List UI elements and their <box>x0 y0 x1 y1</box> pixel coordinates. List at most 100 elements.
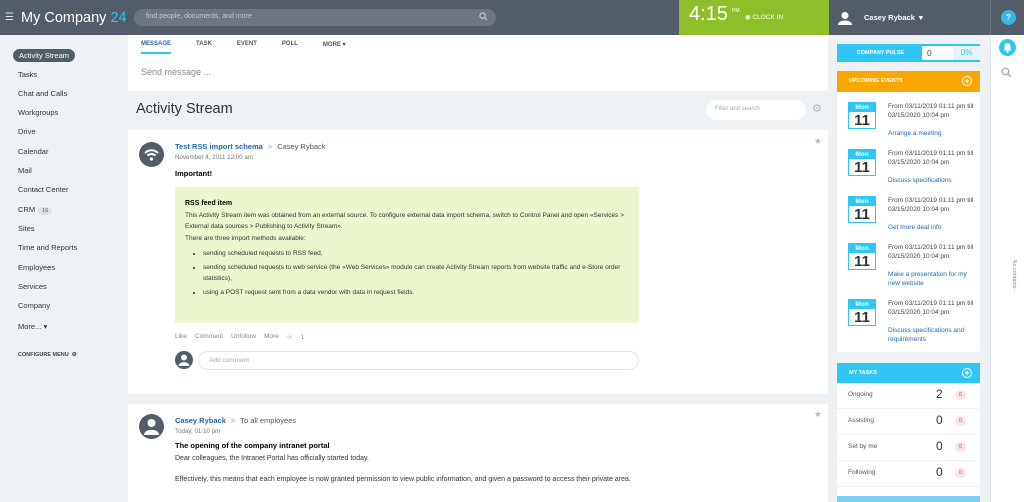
feed-post: Test RSS import schema > Casey Ryback Nove… <box>128 130 828 394</box>
add-task-button[interactable]: + <box>962 368 972 378</box>
calendar-icon: Mon 11 <box>848 299 876 326</box>
sidebar-item-mail[interactable]: Mail <box>18 166 32 175</box>
company-pulse[interactable]: COMPANY PULSE 0 0% <box>837 44 980 62</box>
sidebar-item-activity-stream[interactable]: Activity Stream <box>13 49 76 62</box>
right-side-panel: - No contacts - <box>990 35 1024 502</box>
search-icon <box>479 12 488 21</box>
event-time: From 03/11/2019 01:11 pm till 03/15/2020… <box>888 150 974 166</box>
unfollow-button[interactable]: Unfollow <box>231 333 256 341</box>
task-row-following[interactable]: Following 0 0 <box>837 461 980 487</box>
task-row-ongoing[interactable]: Ongoing 2 0 <box>837 383 980 409</box>
sidebar-item-company[interactable]: Company <box>18 301 50 310</box>
tab-message[interactable]: MESSAGE <box>141 41 172 54</box>
post-heading: Important! <box>175 169 213 178</box>
no-contacts-label: - No contacts - <box>1010 256 1017 292</box>
post-title[interactable]: Test RSS import schema > Casey Ryback <box>175 142 326 151</box>
gear-icon[interactable]: ⚙ <box>812 104 823 115</box>
star-icon[interactable]: ★ <box>814 136 822 147</box>
rss-avatar-icon <box>139 142 164 167</box>
event-time: From 03/11/2019 01:11 pm till 03/15/2020… <box>888 244 974 260</box>
clock-widget[interactable]: 4:15 PM ◉ CLOCK IN <box>679 0 829 35</box>
post-heading: The opening of the company intranet port… <box>175 441 330 450</box>
sidebar-item-time-reports[interactable]: Time and Reports <box>18 243 77 252</box>
more-button[interactable]: More <box>264 333 279 341</box>
like-button[interactable]: Like <box>175 333 187 341</box>
tab-poll[interactable]: POLL <box>282 41 298 54</box>
company-pulse-percent: 0% <box>953 46 980 60</box>
crm-count-badge: 16 <box>38 207 53 215</box>
task-row-set-by-me[interactable]: Set by me 0 0 <box>837 435 980 461</box>
post-destination[interactable]: Casey Ryback <box>277 142 325 151</box>
feed-post: Casey Ryback > To all employees Today, 01:… <box>128 404 828 502</box>
post-author[interactable]: Casey Ryback > To all employees <box>175 416 296 425</box>
event-time: From 03/11/2019 01:11 pm till 03/15/2020… <box>888 197 974 213</box>
sidebar-item-employees[interactable]: Employees <box>18 263 55 272</box>
user-menu[interactable]: Casey Ryback ▾ <box>838 0 923 35</box>
configure-menu-button[interactable]: CONFIGURE MENU ⚙ <box>18 352 77 358</box>
task-badge: 0 <box>955 390 966 400</box>
sidebar-item-chat[interactable]: Chat and Calls <box>18 89 67 98</box>
sidebar-item-sites[interactable]: Sites <box>18 224 35 233</box>
panel-divider <box>837 496 980 502</box>
task-badge: 0 <box>955 442 966 452</box>
gear-icon: ⚙ <box>71 352 77 358</box>
company-pulse-label: COMPANY PULSE <box>839 46 922 60</box>
calendar-icon: Mon 11 <box>848 196 876 223</box>
chevron-down-icon: ▾ <box>43 322 48 331</box>
calendar-icon: Mon 11 <box>848 102 876 129</box>
clock-in-button[interactable]: ◉ CLOCK IN <box>745 13 783 21</box>
post-date: November 4, 2011 12:00 am <box>175 154 253 161</box>
event-name[interactable]: Discuss specifications and requirements <box>888 326 980 344</box>
rss-text: This Activity Stream item was obtained f… <box>185 211 625 231</box>
sidebar-item-workgroups[interactable]: Workgroups <box>18 108 58 117</box>
avatar <box>139 414 164 439</box>
comment-button[interactable]: Comment <box>195 333 223 341</box>
bell-icon[interactable] <box>999 39 1016 56</box>
upcoming-events-panel: Mon 11 From 03/11/2019 01:11 pm till 03/1… <box>837 92 980 352</box>
post-date: Today, 01:10 pm <box>175 428 221 435</box>
chevron-down-icon: ▾ <box>919 13 923 22</box>
post-actions: Like Comment Unfollow More ☉ 1 <box>175 333 320 341</box>
sidebar-item-tasks[interactable]: Tasks <box>18 70 37 79</box>
add-comment-input[interactable]: Add comment <box>198 351 639 370</box>
add-event-button[interactable]: + <box>962 76 972 86</box>
list-item: sending scheduled requests to web servic… <box>203 262 629 285</box>
calendar-icon: Mon 11 <box>848 243 876 270</box>
sidebar-item-services[interactable]: Services <box>18 282 47 291</box>
rss-intro: There are three import methods available… <box>185 234 306 242</box>
avatar <box>175 351 193 369</box>
sidebar-item-calendar[interactable]: Calendar <box>18 147 48 156</box>
rss-title: RSS feed item <box>185 200 233 207</box>
sidebar-item-drive[interactable]: Drive <box>18 127 36 136</box>
help-button[interactable]: ? <box>1001 10 1016 25</box>
event-name[interactable]: Get more deal info <box>888 223 980 232</box>
tab-more[interactable]: MORE ▾ <box>323 41 346 54</box>
star-icon[interactable]: ★ <box>814 409 822 420</box>
page-title: Activity Stream <box>136 101 233 117</box>
clock-ampm: PM <box>732 8 740 14</box>
sidebar-item-contact-center[interactable]: Contact Center <box>18 185 68 194</box>
tab-event[interactable]: EVENT <box>237 41 257 54</box>
task-badge: 0 <box>955 416 966 426</box>
filter-search-input[interactable]: Filter and search <box>706 100 806 120</box>
list-item: sending scheduled requests to RSS feed, <box>203 248 629 260</box>
user-avatar-icon <box>838 11 852 25</box>
composer: MESSAGE TASK EVENT POLL MORE ▾ Send mess… <box>128 35 828 91</box>
sidebar-item-crm[interactable]: CRM 16 <box>18 205 53 215</box>
tab-task[interactable]: TASK <box>196 41 212 54</box>
send-message-input[interactable]: Send message ... <box>141 67 211 77</box>
task-row-assisting[interactable]: Assisting 0 0 <box>837 409 980 435</box>
views-counter: ☉ 1 <box>286 334 305 341</box>
event-name[interactable]: Make a presentation for my new website <box>888 270 980 288</box>
event-name[interactable]: Arrange a meeting <box>888 129 980 138</box>
search-input[interactable]: find people, documents, and more <box>134 9 496 26</box>
sidebar-item-more[interactable]: More... ▾ <box>18 322 47 331</box>
search-icon[interactable] <box>1001 67 1012 78</box>
event-time: From 03/11/2019 01:11 pm till 03/15/2020… <box>888 103 974 119</box>
event-name[interactable]: Discuss specifications <box>888 176 980 185</box>
post-text: Dear colleagues, the Intranet Portal has… <box>175 455 369 462</box>
menu-icon[interactable]: ☰ <box>5 12 21 23</box>
post-destination[interactable]: To all employees <box>240 416 296 425</box>
list-item: using a POST request sent from a data ve… <box>203 287 629 299</box>
company-pulse-value: 0 <box>927 48 932 58</box>
